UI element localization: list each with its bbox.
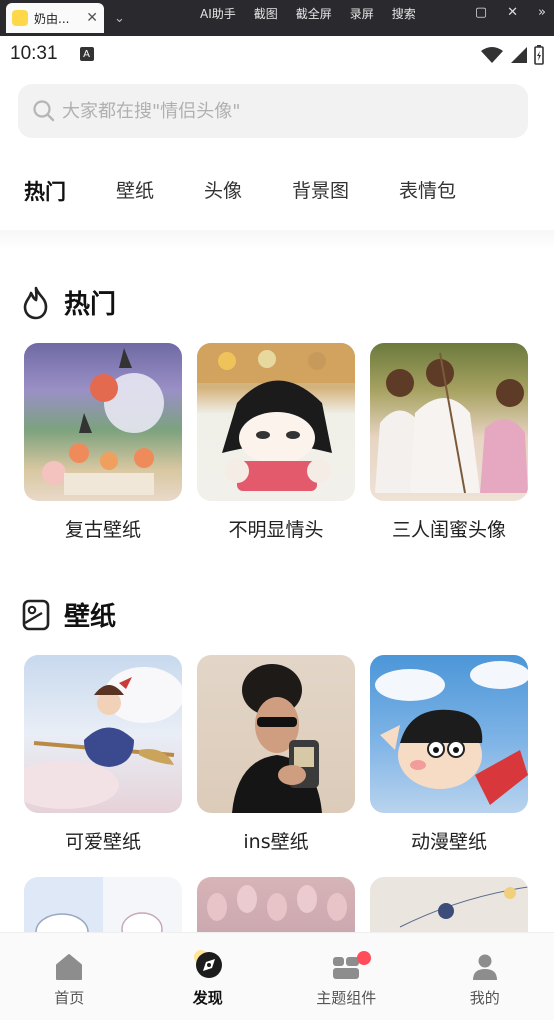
card-anime-wallpaper[interactable]: 动漫壁纸 xyxy=(370,655,528,854)
tool-full-screenshot[interactable]: 截全屏 xyxy=(296,5,332,22)
system-icons xyxy=(480,45,544,65)
card-image xyxy=(24,655,182,813)
tab-avatar[interactable]: 头像 xyxy=(204,176,242,206)
signal-icon xyxy=(511,47,527,63)
search-input[interactable] xyxy=(62,100,502,122)
app-favicon-icon xyxy=(12,10,28,26)
expand-icon[interactable]: » xyxy=(538,5,546,20)
nav-profile[interactable]: 我的 xyxy=(416,933,554,1020)
wallpaper-icon xyxy=(22,599,50,630)
tab-stickers[interactable]: 表情包 xyxy=(399,176,456,206)
card-image xyxy=(370,343,528,501)
app-page: 奶由... ✕ ⌄ AI助手 截图 截全屏 录屏 搜索 ▢ ✕ » 10:31 … xyxy=(0,0,554,1020)
profile-icon xyxy=(472,954,497,980)
nav-discover-label: 发现 xyxy=(192,989,223,1007)
section-wallpaper-label: 壁纸 xyxy=(64,602,117,632)
card-retro-wallpaper[interactable]: 复古壁纸 xyxy=(24,343,182,542)
status-time: 10:31 xyxy=(10,43,58,64)
notification-badge xyxy=(357,951,371,965)
card-cute-wallpaper[interactable]: 可爱壁纸 xyxy=(24,655,182,854)
search-icon xyxy=(33,100,55,122)
card-caption: ins壁纸 xyxy=(243,831,309,853)
tab-hot[interactable]: 热门 xyxy=(24,176,66,214)
card-subtle-couple-avatar[interactable]: 不明显情头 xyxy=(197,343,355,542)
tool-search[interactable]: 搜索 xyxy=(392,5,416,22)
window-controls: ▢ ✕ » xyxy=(475,5,546,20)
flame-icon xyxy=(23,286,48,319)
tool-record[interactable]: 录屏 xyxy=(350,5,374,22)
card-caption: 可爱壁纸 xyxy=(64,831,141,853)
category-tabs: 热门 壁纸 头像 背景图 表情包 xyxy=(24,176,506,214)
home-icon xyxy=(56,954,83,980)
nav-theme-widgets[interactable]: 主题组件 xyxy=(277,933,416,1020)
tool-ai-assistant[interactable]: AI助手 xyxy=(200,5,236,22)
nav-profile-label: 我的 xyxy=(469,989,500,1007)
section-title-wallpaper: 壁纸 xyxy=(22,596,116,633)
card-image xyxy=(197,655,355,813)
status-bar: 10:31 A xyxy=(0,36,554,72)
section-hot-label: 热门 xyxy=(64,290,117,320)
card-image xyxy=(24,343,182,501)
section-title-hot: 热门 xyxy=(22,284,116,321)
card-ins-wallpaper[interactable]: ins壁纸 xyxy=(197,655,355,854)
close-tab-icon[interactable]: ✕ xyxy=(86,10,98,26)
close-window-icon[interactable]: ✕ xyxy=(507,5,518,20)
chevron-down-icon[interactable]: ⌄ xyxy=(114,11,125,26)
tab-background[interactable]: 背景图 xyxy=(292,176,349,206)
tool-screenshot[interactable]: 截图 xyxy=(254,5,278,22)
nav-discover[interactable]: 发现 xyxy=(139,933,278,1020)
card-image xyxy=(370,655,528,813)
browser-tab[interactable]: 奶由... ✕ xyxy=(6,3,104,33)
discover-icon xyxy=(193,950,222,978)
wifi-icon xyxy=(481,47,503,63)
card-caption: 复古壁纸 xyxy=(64,519,141,541)
nav-theme-widgets-label: 主题组件 xyxy=(316,989,377,1007)
card-caption: 三人闺蜜头像 xyxy=(391,519,506,541)
bottom-nav: 首页 发现 主题组件 我的 xyxy=(0,932,554,1020)
nav-home-label: 首页 xyxy=(54,989,85,1007)
tab-wallpaper[interactable]: 壁纸 xyxy=(116,176,154,206)
window-tabbar: 奶由... ✕ ⌄ AI助手 截图 截全屏 录屏 搜索 ▢ ✕ » xyxy=(0,0,554,36)
battery-icon xyxy=(534,45,544,65)
card-three-besties-avatar[interactable]: 三人闺蜜头像 xyxy=(370,343,528,542)
nav-home[interactable]: 首页 xyxy=(0,933,139,1020)
card-image xyxy=(197,343,355,501)
toolbar: AI助手 截图 截全屏 录屏 搜索 xyxy=(200,0,416,26)
notification-a-icon: A xyxy=(79,47,94,61)
card-caption: 不明显情头 xyxy=(228,519,324,541)
section-divider xyxy=(0,230,554,250)
maximize-icon[interactable]: ▢ xyxy=(475,5,487,20)
card-caption: 动漫壁纸 xyxy=(410,831,487,853)
browser-tab-title: 奶由... xyxy=(34,11,70,26)
search-bar[interactable] xyxy=(18,84,528,138)
